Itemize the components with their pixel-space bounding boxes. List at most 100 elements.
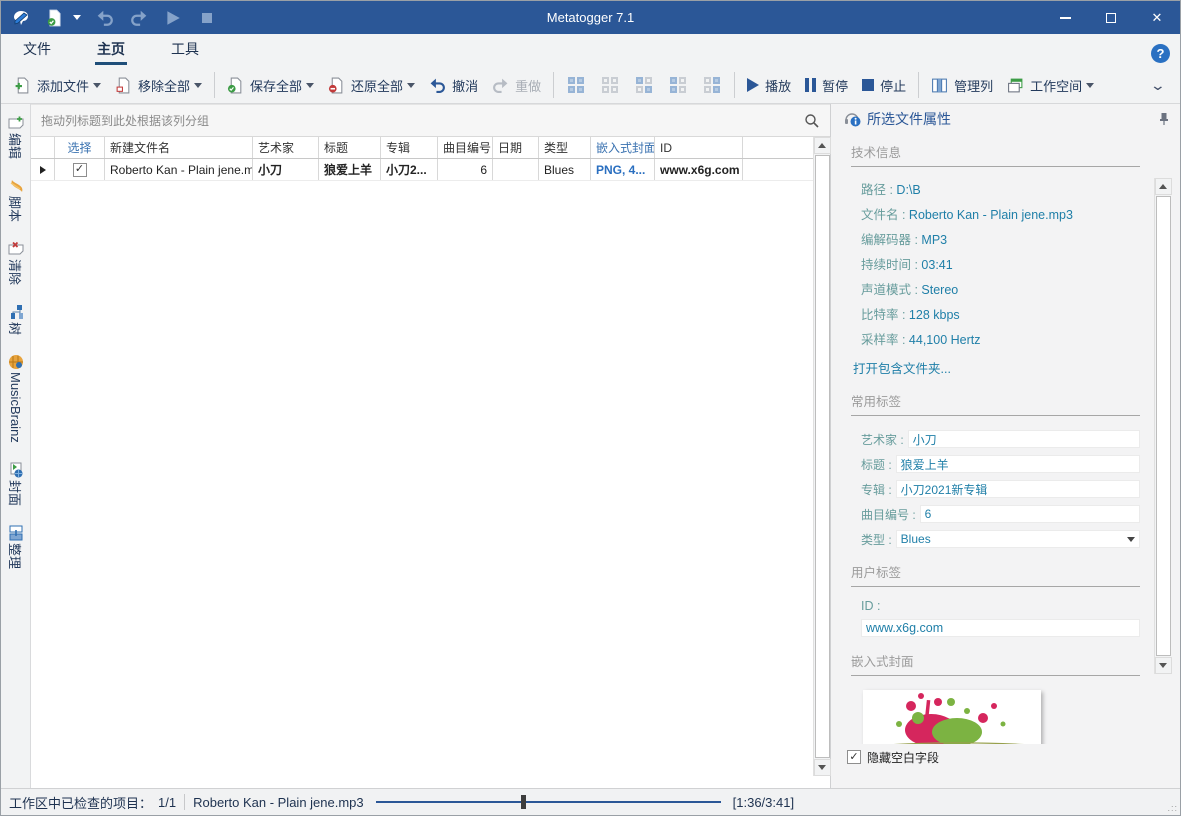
row-album-cell[interactable]: 小刀2... bbox=[381, 159, 438, 180]
title-field[interactable]: 狼爱上羊 bbox=[895, 455, 1140, 473]
workspace-button[interactable]: 工作空间 bbox=[1000, 71, 1101, 100]
arrow-up-icon bbox=[1159, 184, 1167, 189]
scroll-up-button[interactable] bbox=[813, 137, 831, 154]
scroll-down-button[interactable] bbox=[1154, 657, 1172, 674]
playback-seek-bar[interactable] bbox=[375, 795, 721, 809]
file-table: 选择 新建文件名 艺术家 标题 专辑 曲目编号 日期 类型 嵌入式封面 ID ✓… bbox=[31, 137, 813, 181]
pause-button[interactable]: 暂停 bbox=[798, 71, 855, 100]
tab-tools[interactable]: 工具 bbox=[167, 35, 203, 67]
play-quick-icon[interactable] bbox=[163, 8, 183, 28]
row-filename-cell[interactable]: Roberto Kan - Plain jene.mp3 bbox=[105, 159, 253, 180]
column-header-artist[interactable]: 艺术家 bbox=[253, 137, 319, 158]
genre-select[interactable]: Blues bbox=[895, 530, 1140, 548]
column-header-filename[interactable]: 新建文件名 bbox=[105, 137, 253, 158]
row-title-cell[interactable]: 狼爱上羊 bbox=[319, 159, 381, 180]
resize-grip-icon[interactable]: .:: bbox=[1167, 803, 1178, 813]
row-genre-cell[interactable]: Blues bbox=[539, 159, 591, 180]
tab-home[interactable]: 主页 bbox=[93, 35, 129, 67]
hide-blank-checkbox[interactable]: ✓ bbox=[847, 750, 861, 764]
seek-thumb[interactable] bbox=[520, 795, 526, 809]
manage-columns-button[interactable]: 管理列 bbox=[924, 71, 1000, 100]
column-header-id[interactable]: ID bbox=[655, 137, 743, 158]
column-header-title[interactable]: 标题 bbox=[319, 137, 381, 158]
column-header-select[interactable]: 选择 bbox=[55, 137, 105, 158]
scroll-up-button[interactable] bbox=[1154, 178, 1172, 195]
restore-all-caret bbox=[407, 82, 416, 88]
save-all-quick-icon[interactable] bbox=[45, 8, 65, 28]
genre-dropdown-caret[interactable] bbox=[1127, 536, 1135, 542]
layout-none-button[interactable] bbox=[602, 77, 619, 93]
restore-all-button[interactable]: 还原全部 bbox=[321, 71, 422, 100]
field-label: 专辑 : bbox=[861, 482, 892, 497]
help-button[interactable]: ? bbox=[1151, 44, 1170, 63]
column-header-genre[interactable]: 类型 bbox=[539, 137, 591, 158]
pin-icon[interactable] bbox=[1158, 112, 1170, 126]
file-list-pane: 拖动列标题到此处根据该列分组 选择 新建文件名 艺术家 标题 专辑 曲目编号 日… bbox=[31, 104, 831, 788]
column-header-track[interactable]: 曲目编号 bbox=[438, 137, 493, 158]
redo-label: 重做 bbox=[515, 78, 542, 94]
arrow-down-icon bbox=[1159, 663, 1167, 668]
pause-icon bbox=[805, 78, 817, 92]
stop-quick-icon[interactable] bbox=[197, 8, 217, 28]
id-label: ID : bbox=[861, 599, 881, 613]
close-button[interactable]: ✕ bbox=[1134, 1, 1180, 34]
sidebar-item-cover[interactable]: 封面 bbox=[6, 459, 25, 506]
open-containing-folder-link[interactable]: 打开包含文件夹... bbox=[853, 358, 1140, 377]
remove-all-button[interactable]: 移除全部 bbox=[108, 71, 209, 100]
scrollbar-thumb[interactable] bbox=[814, 155, 830, 758]
row-date-cell[interactable] bbox=[493, 159, 539, 180]
layout-diagonal-button[interactable] bbox=[636, 77, 653, 93]
group-by-bar[interactable]: 拖动列标题到此处根据该列分组 bbox=[31, 104, 830, 137]
row-checkbox[interactable]: ✓ bbox=[72, 162, 87, 177]
stop-button[interactable]: 停止 bbox=[855, 71, 913, 100]
track-number-field[interactable]: 6 bbox=[919, 505, 1140, 523]
embedded-cover-image[interactable]: 小刀娱乐 乐于分享 bbox=[863, 690, 1041, 744]
sidebar-item-label: 整理 bbox=[7, 542, 22, 569]
ribbon-toolbar: 添加文件 移除全部 保存全部 还原全部 撤消 重做 播放 暂停 停止 管理列 工… bbox=[1, 67, 1180, 104]
id-field[interactable]: www.x6g.com bbox=[861, 619, 1140, 637]
row-id-cell[interactable]: www.x6g.com bbox=[655, 159, 743, 180]
sidebar-item-clear[interactable]: 清除 bbox=[6, 238, 25, 285]
table-row[interactable]: ✓ Roberto Kan - Plain jene.mp3 小刀 狼爱上羊 小… bbox=[31, 159, 813, 181]
maximize-icon bbox=[1106, 12, 1116, 23]
add-file-button[interactable]: 添加文件 bbox=[7, 71, 108, 100]
play-icon bbox=[747, 78, 760, 92]
column-header-album[interactable]: 专辑 bbox=[381, 137, 438, 158]
sidebar-item-edit[interactable]: 编辑 bbox=[6, 112, 25, 159]
search-icon[interactable] bbox=[804, 113, 820, 129]
layout-right-button[interactable] bbox=[704, 77, 721, 93]
row-select-cell[interactable]: ✓ bbox=[55, 159, 105, 180]
save-all-button[interactable]: 保存全部 bbox=[220, 71, 321, 100]
tab-file[interactable]: 文件 bbox=[19, 35, 55, 67]
redo-button[interactable]: 重做 bbox=[485, 71, 548, 100]
sidebar-item-musicbrainz[interactable]: MusicBrainz bbox=[8, 351, 24, 443]
row-track-cell[interactable]: 6 bbox=[438, 159, 493, 180]
save-all-dropdown-caret[interactable] bbox=[73, 15, 81, 20]
properties-vertical-scrollbar[interactable] bbox=[1154, 178, 1172, 674]
layout-left-button[interactable] bbox=[670, 77, 687, 93]
field-row-genre: 类型 : Blues bbox=[861, 530, 1140, 548]
collapse-ribbon-chevron-icon[interactable]: ⌄ bbox=[1150, 77, 1166, 94]
row-cover-cell[interactable]: PNG, 4... bbox=[591, 159, 655, 180]
undo-quick-icon[interactable] bbox=[95, 8, 115, 28]
artist-field[interactable]: 小刀 bbox=[907, 430, 1140, 448]
sidebar-item-tree[interactable]: 树 bbox=[6, 301, 25, 335]
sidebar-item-organize[interactable]: 整理 bbox=[6, 522, 25, 569]
scrollbar-thumb[interactable] bbox=[1155, 196, 1171, 656]
layout-all-panes-button[interactable] bbox=[568, 77, 585, 93]
maximize-button[interactable] bbox=[1088, 1, 1134, 34]
play-button[interactable]: 播放 bbox=[740, 71, 798, 100]
scroll-down-button[interactable] bbox=[813, 759, 831, 776]
hide-blank-fields-row: ✓ 隐藏空白字段 bbox=[831, 744, 1180, 770]
row-artist-cell[interactable]: 小刀 bbox=[253, 159, 319, 180]
column-header-date[interactable]: 日期 bbox=[493, 137, 539, 158]
column-header-cover[interactable]: 嵌入式封面 bbox=[591, 137, 655, 158]
field-row-album: 专辑 : 小刀2021新专辑 bbox=[861, 480, 1140, 498]
undo-button[interactable]: 撤消 bbox=[422, 71, 485, 100]
table-vertical-scrollbar[interactable] bbox=[813, 137, 831, 776]
sidebar-item-script[interactable]: 脚本 bbox=[6, 175, 25, 222]
tech-value: MP3 bbox=[921, 233, 948, 247]
album-field[interactable]: 小刀2021新专辑 bbox=[895, 480, 1140, 498]
redo-quick-icon[interactable] bbox=[129, 8, 149, 28]
minimize-button[interactable] bbox=[1042, 1, 1088, 34]
